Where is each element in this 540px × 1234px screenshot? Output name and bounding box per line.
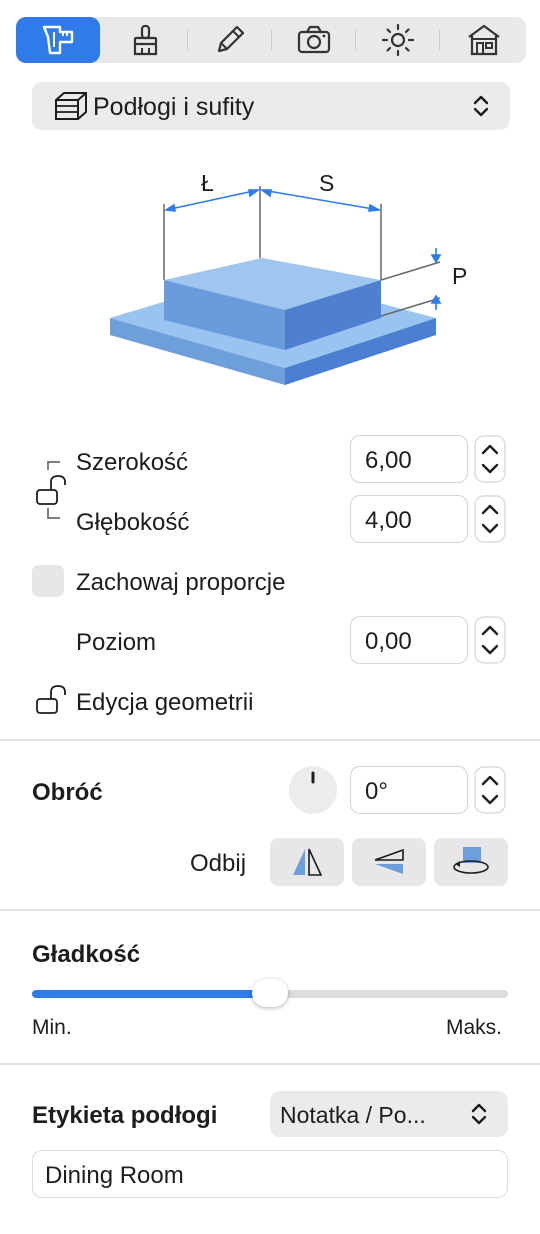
proportion-lock-icon[interactable] [34,452,74,524]
measure-tool-icon[interactable] [16,17,100,63]
rotate-object-icon [453,847,489,874]
house-icon[interactable] [442,17,526,63]
width-stepper[interactable] [474,435,506,483]
object-type-label: Podłogi i sufity [93,93,255,121]
flip-horizontal-button[interactable] [270,838,344,886]
chevron-updown-icon [471,1103,487,1125]
mirror-label: Odbij [190,850,247,877]
flip-vertical-button[interactable] [352,838,426,886]
floor-label-title: Etykieta podłogi [32,1102,218,1129]
rotation-field[interactable]: 0° [350,766,468,814]
slider-max-label: Maks. [446,1016,503,1039]
smoothness-label: Gładkość [32,941,141,968]
level-stepper[interactable] [474,616,506,664]
label-type-dropdown[interactable]: Notatka / Po... [270,1091,508,1137]
edit-geometry-label: Edycja geometrii [76,689,254,716]
floor-ceiling-icon [55,92,87,120]
slider-min-label: Min. [32,1016,72,1039]
rotate-3d-button[interactable] [434,838,508,886]
level-label: Poziom [76,629,157,656]
flip-vertical-icon [374,848,404,874]
rotation-dial[interactable] [288,765,338,815]
object-type-dropdown[interactable]: Podłogi i sufity [32,82,510,130]
smoothness-slider-fill [32,990,270,998]
brush-icon[interactable] [104,17,188,63]
width-field[interactable]: 6,00 [350,435,468,483]
divider [0,1063,540,1065]
width-label: Szerokość [76,449,189,476]
level-field[interactable]: 0,00 [350,616,468,664]
divider [0,909,540,911]
flip-horizontal-icon [293,848,323,876]
floor-label-text: Dining Room [45,1162,184,1189]
divider [0,739,540,741]
rotate-label: Obróć [32,779,103,806]
dim-label-l: Ł [201,170,214,196]
smoothness-slider-thumb[interactable] [252,979,288,1007]
chevron-updown-icon [473,95,489,117]
dim-label-p: P [452,263,467,289]
depth-field[interactable]: 4,00 [350,495,468,543]
rotation-stepper[interactable] [474,766,506,814]
camera-icon[interactable] [272,17,356,63]
label-type-value: Notatka / Po... [280,1102,426,1128]
pencil-icon[interactable] [188,17,272,63]
dim-label-s: S [319,170,334,196]
depth-label: Głębokość [76,509,190,536]
keep-proportions-label: Zachowaj proporcje [76,569,286,596]
keep-proportions-checkbox[interactable] [32,565,64,597]
depth-stepper[interactable] [474,495,506,543]
tool-tabs [16,17,526,63]
floor-dimension-diagram: Ł S P [110,170,467,385]
sun-icon[interactable] [356,17,440,63]
floor-label-text-field[interactable]: Dining Room [32,1150,508,1198]
unlock-icon[interactable] [34,684,74,716]
